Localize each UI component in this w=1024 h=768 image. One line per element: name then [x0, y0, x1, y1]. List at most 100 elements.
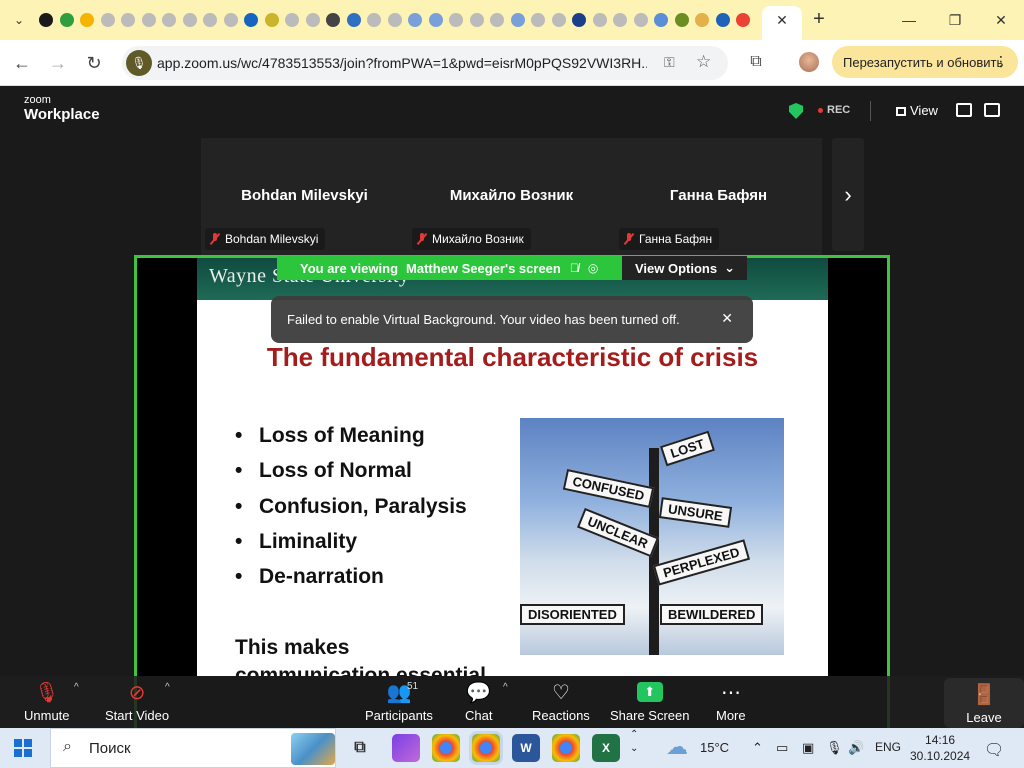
encryption-shield-icon[interactable]: [789, 103, 803, 119]
next-participants-chevron-icon[interactable]: ›: [832, 138, 864, 251]
language-indicator[interactable]: ENG: [875, 740, 901, 754]
pinned-tab-favicon-icon[interactable]: [303, 10, 324, 30]
word-app-icon[interactable]: W: [512, 734, 540, 762]
recording-indicator[interactable]: REC: [818, 104, 850, 116]
start-video-button[interactable]: ⊘ Start Video: [105, 676, 169, 728]
taskbar-clock[interactable]: 14:16 30.10.2024: [910, 732, 970, 764]
close-icon[interactable]: ✕: [721, 310, 733, 327]
pinned-tab-favicon-icon[interactable]: [139, 10, 160, 30]
back-arrow-icon[interactable]: ←: [9, 50, 35, 76]
extensions-puzzle-icon[interactable]: ⧉: [744, 50, 768, 74]
fullscreen-icon[interactable]: [984, 103, 1000, 117]
pinned-tab-favicon-icon[interactable]: [733, 10, 754, 30]
camera-tray-icon[interactable]: ▣: [802, 740, 814, 756]
pinned-tab-favicon-icon[interactable]: [282, 10, 303, 30]
mic-tray-icon[interactable]: 🎙: [826, 740, 843, 756]
chat-button[interactable]: 💬 Chat: [465, 676, 492, 728]
new-tab-button[interactable]: +: [808, 8, 830, 30]
pinned-tab-favicon-icon[interactable]: [262, 10, 283, 30]
participant-tile[interactable]: Bohdan Milevskyi Bohdan Milevskyi: [201, 138, 408, 255]
relaunch-update-button[interactable]: Перезапустить и обновить ⋮: [832, 46, 1018, 78]
unmute-button[interactable]: 🎙 Unmute: [24, 676, 70, 728]
pinned-tab-favicon-icon[interactable]: [569, 10, 590, 30]
pinned-tab-favicon-icon[interactable]: [590, 10, 611, 30]
pinned-tab-favicon-icon[interactable]: [344, 10, 365, 30]
bookmark-star-icon[interactable]: ☆: [696, 52, 711, 72]
pinned-tab-favicon-icon[interactable]: [57, 10, 78, 30]
clipchamp-app-icon[interactable]: [392, 734, 420, 762]
pinned-tab-favicon-icon[interactable]: [405, 10, 426, 30]
weather-cloud-icon[interactable]: ☁: [666, 734, 688, 760]
pinned-tab-favicon-icon[interactable]: [36, 10, 57, 30]
pinned-tab-favicon-icon[interactable]: [364, 10, 385, 30]
share-screen-button[interactable]: ⬆ Share Screen: [610, 676, 690, 728]
participant-tag: Bohdan Milevskyi: [205, 228, 326, 250]
participant-tile[interactable]: Михайло Возник Михайло Возник: [408, 138, 615, 255]
taskbar-scroll-arrows-icon[interactable]: ⌃ ⌄: [630, 728, 638, 756]
chrome-app-icon[interactable]: [432, 734, 460, 762]
mic-muted-icon: 🎙: [34, 681, 60, 704]
network-icon[interactable]: ▭: [776, 740, 788, 756]
pinned-tab-favicon-icon[interactable]: [631, 10, 652, 30]
view-button[interactable]: View: [896, 103, 938, 118]
pinned-tab-favicon-icon[interactable]: [159, 10, 180, 30]
share-screen-icon: ⬆: [636, 676, 663, 708]
pinned-tab-favicon-icon[interactable]: [692, 10, 713, 30]
reactions-label: Reactions: [532, 708, 590, 723]
minimize-icon[interactable]: —: [886, 0, 932, 40]
pinned-tab-favicon-icon[interactable]: [672, 10, 693, 30]
pinned-tab-favicon-icon[interactable]: [467, 10, 488, 30]
pinned-tab-favicon-icon[interactable]: [713, 10, 734, 30]
restore-icon[interactable]: ❐: [932, 0, 978, 40]
mic-site-icon[interactable]: 🎙: [126, 50, 152, 76]
pinned-tab-favicon-icon[interactable]: [385, 10, 406, 30]
reload-icon[interactable]: ↻: [81, 50, 107, 76]
pinned-tab-favicon-icon[interactable]: [487, 10, 508, 30]
participant-tile[interactable]: Ганна Бафян Ганна Бафян: [615, 138, 822, 255]
participants-button[interactable]: 👥 Participants: [365, 676, 433, 728]
pinned-tab-favicon-icon[interactable]: [241, 10, 262, 30]
view-options-dropdown[interactable]: View Options ⌄: [622, 256, 747, 280]
tray-show-hidden-icon[interactable]: ⌃: [752, 740, 763, 756]
windows-start-icon[interactable]: [14, 739, 32, 757]
pinned-tab-favicon-icon[interactable]: [426, 10, 447, 30]
tab-search-chevron-icon[interactable]: ⌄: [6, 8, 32, 32]
pinned-tab-favicon-icon[interactable]: [200, 10, 221, 30]
chrome-profile-app-icon[interactable]: [552, 734, 580, 762]
pinned-tab-favicon-icon[interactable]: [77, 10, 98, 30]
chrome-active-app-icon[interactable]: [472, 734, 500, 762]
video-options-caret-icon[interactable]: ^: [165, 682, 170, 693]
pinned-tab-favicon-icon[interactable]: [221, 10, 242, 30]
tab-close-icon[interactable]: ✕: [772, 10, 792, 30]
pinned-tab-favicon-icon[interactable]: [610, 10, 631, 30]
close-window-icon[interactable]: ✕: [978, 0, 1024, 40]
task-view-icon[interactable]: ⧉: [346, 734, 374, 762]
address-bar[interactable]: 🎙 app.zoom.us/wc/4783513553/join?fromPWA…: [122, 46, 728, 80]
excel-app-icon[interactable]: X: [592, 734, 620, 762]
taskbar-search-box[interactable]: ⌕ Поиск: [50, 728, 336, 768]
pinned-tab-favicon-icon[interactable]: [508, 10, 529, 30]
pinned-tab-favicon-icon[interactable]: [549, 10, 570, 30]
temperature[interactable]: 15°C: [700, 740, 729, 755]
pinned-tab-favicon-icon[interactable]: [528, 10, 549, 30]
volume-icon[interactable]: 🔊: [848, 740, 864, 756]
key-icon[interactable]: ⚿: [664, 54, 675, 71]
pinned-tab-favicon-icon[interactable]: [118, 10, 139, 30]
slide-title: The fundamental characteristic of crisis: [266, 342, 759, 372]
pinned-tab-favicon-icon[interactable]: [651, 10, 672, 30]
chat-label: Chat: [465, 708, 493, 723]
chat-options-caret-icon[interactable]: ^: [503, 682, 508, 693]
leave-button[interactable]: 🚪 Leave: [944, 678, 1024, 728]
picture-in-picture-icon[interactable]: [956, 103, 972, 117]
pinned-tab-favicon-icon[interactable]: [98, 10, 119, 30]
profile-avatar[interactable]: [799, 52, 819, 72]
pinned-tab-favicon-icon[interactable]: [180, 10, 201, 30]
forward-arrow-icon[interactable]: →: [45, 50, 71, 76]
pinned-tab-favicon-icon[interactable]: [446, 10, 467, 30]
more-button[interactable]: ⋯ More: [716, 676, 746, 728]
audio-options-caret-icon[interactable]: ^: [74, 682, 79, 693]
notifications-icon[interactable]: 🗨: [984, 740, 1004, 760]
url-text[interactable]: app.zoom.us/wc/4783513553/join?fromPWA=1…: [157, 55, 647, 71]
reactions-button[interactable]: ♡ Reactions: [532, 676, 590, 728]
pinned-tab-favicon-icon[interactable]: [323, 10, 344, 30]
